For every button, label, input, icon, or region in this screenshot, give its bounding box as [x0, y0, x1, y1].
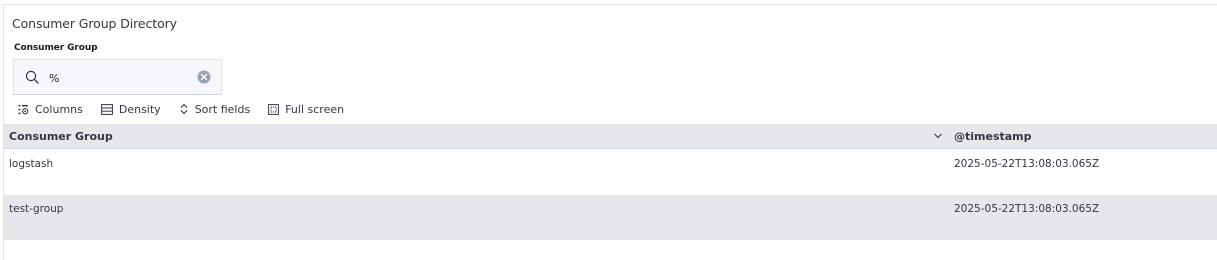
columns-icon	[18, 104, 29, 114]
consumer-group-panel: Consumer Group Directory Consumer Group …	[3, 4, 1217, 260]
fullscreen-icon	[268, 103, 280, 115]
consumer-group-cell[interactable]: logstash	[9, 158, 53, 170]
density-button[interactable]: Density	[100, 102, 161, 116]
column-header-consumer-group[interactable]: Consumer Group	[9, 130, 113, 143]
sort-fields-label: Sort fields	[194, 102, 251, 116]
sort-fields-button[interactable]: Sort fields	[179, 102, 251, 116]
timestamp-cell[interactable]: 2025-05-22T13:08:03.065Z	[954, 158, 1099, 170]
search-icon	[25, 70, 39, 84]
grid-header: Consumer Group @timestamp	[4, 124, 1217, 149]
panel-title: Consumer Group Directory	[12, 16, 177, 31]
columns-button[interactable]: Columns	[18, 103, 83, 116]
consumer-group-search-box[interactable]	[13, 59, 222, 95]
consumer-group-control-label: Consumer Group	[14, 43, 98, 53]
table-row: test-group 2025-05-22T13:08:03.065Z	[4, 195, 1217, 240]
clear-icon[interactable]	[197, 70, 211, 84]
columns-label: Columns	[35, 102, 83, 116]
grid-toolbar: Columns Density Sort fields Full screen	[18, 101, 362, 117]
full-screen-button[interactable]: Full screen	[268, 103, 344, 116]
density-icon	[100, 103, 113, 115]
consumer-group-cell[interactable]: test-group	[9, 203, 63, 215]
density-label: Density	[118, 102, 161, 116]
sort-icon	[180, 103, 188, 115]
chevron-down-icon[interactable]	[933, 132, 943, 140]
table-row: logstash 2025-05-22T13:08:03.065Z	[4, 150, 1217, 195]
full-screen-label: Full screen	[285, 102, 345, 116]
column-header-timestamp[interactable]: @timestamp	[954, 130, 1032, 143]
consumer-group-search-input[interactable]	[49, 68, 189, 88]
timestamp-cell[interactable]: 2025-05-22T13:08:03.065Z	[954, 203, 1099, 215]
